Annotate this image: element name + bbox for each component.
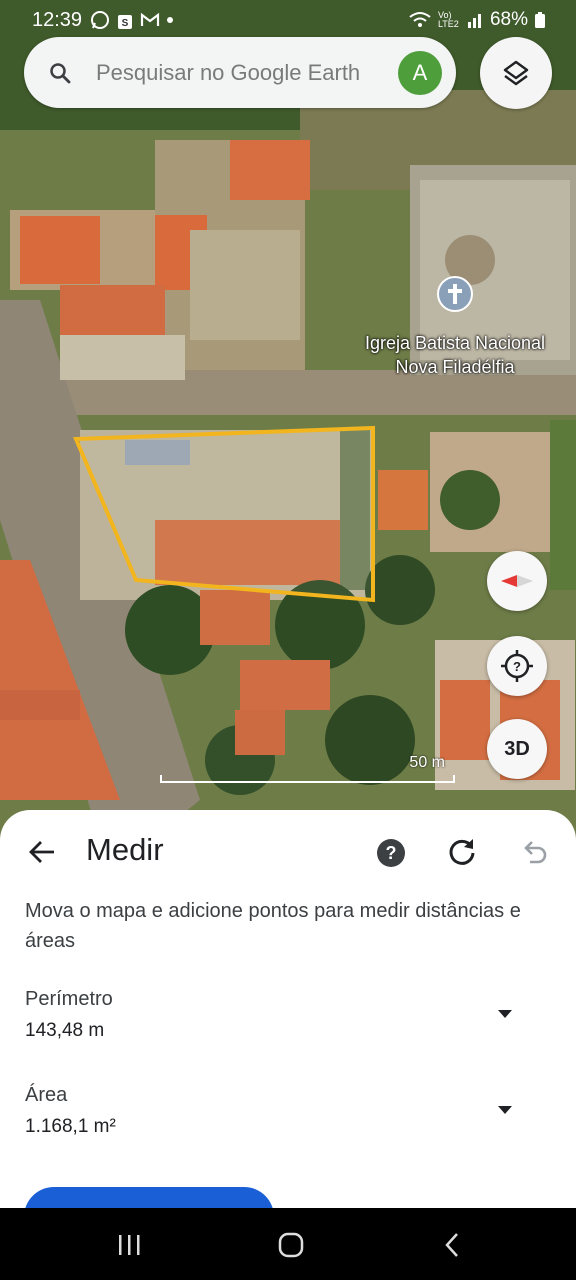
compass-icon — [501, 575, 533, 587]
battery-icon — [535, 12, 545, 28]
area-value: 1.168,1 m² — [25, 1116, 116, 1137]
compass-button[interactable] — [487, 551, 547, 611]
gmail-icon — [140, 12, 160, 26]
scale-label: 50 m — [409, 754, 445, 771]
my-location-button[interactable]: ? — [487, 636, 547, 696]
perimeter-row[interactable]: Perímetro 143,48 m — [0, 988, 576, 1054]
nav-back-icon[interactable] — [438, 1232, 468, 1258]
place-name-line2: Nova Filadélfia — [395, 357, 515, 377]
shop-bag-icon: S — [118, 15, 133, 29]
satellite-map[interactable]: Igreja Batista Nacional Nova Filadélfia … — [0, 0, 576, 840]
search-bar[interactable]: A — [24, 37, 456, 108]
dropdown-arrow-icon[interactable] — [496, 1104, 514, 1116]
signal-icon — [467, 14, 481, 28]
status-time: 12:39 — [32, 8, 83, 31]
wifi-icon — [409, 12, 431, 27]
avatar[interactable]: A — [398, 50, 442, 95]
perimeter-value: 143,48 m — [25, 1020, 105, 1041]
battery-percent: 68% — [489, 9, 528, 30]
church-pin-icon[interactable] — [437, 276, 473, 312]
arrow-back-icon — [29, 841, 54, 863]
refresh-button[interactable] — [446, 836, 478, 868]
area-label: Área — [25, 1084, 68, 1106]
back-button[interactable] — [22, 832, 62, 872]
system-nav-bar — [0, 1208, 576, 1280]
measure-sheet: Medir ? Mova o mapa e adicione pontos pa… — [0, 810, 576, 1210]
sheet-header: Medir ? — [0, 810, 576, 894]
perimeter-label: Perímetro — [25, 988, 113, 1010]
recent-apps-icon[interactable] — [114, 1232, 144, 1258]
search-icon[interactable] — [24, 61, 96, 85]
sheet-title: Medir — [86, 832, 164, 867]
area-row[interactable]: Área 1.168,1 m² — [0, 1084, 576, 1150]
undo-icon — [524, 841, 547, 864]
scale-line — [160, 775, 455, 783]
measure-instruction: Mova o mapa e adicione pontos para medir… — [25, 900, 521, 952]
add-point-button[interactable] — [24, 1187, 274, 1210]
svg-text:S: S — [122, 18, 129, 29]
whatsapp-icon — [91, 11, 110, 29]
layers-icon — [503, 60, 529, 86]
dropdown-arrow-icon[interactable] — [496, 1008, 514, 1020]
help-button[interactable]: ? — [377, 839, 405, 867]
place-label[interactable]: Igreja Batista Nacional Nova Filadélfia — [340, 331, 570, 379]
satellite-imagery — [0, 0, 576, 840]
place-name-line1: Igreja Batista Nacional — [364, 333, 546, 353]
layers-button[interactable] — [480, 37, 552, 109]
status-bar: 12:39 S Vo) LTE2 68% — [0, 0, 576, 40]
scale-bar: 50 m — [160, 754, 455, 783]
notification-dot-icon — [167, 17, 174, 23]
network-type: Vo) LTE2 — [437, 10, 459, 29]
location-question-icon: ? — [501, 650, 533, 682]
undo-button[interactable] — [518, 836, 550, 868]
home-icon[interactable] — [276, 1232, 306, 1258]
refresh-icon — [449, 839, 475, 865]
search-input[interactable] — [96, 59, 398, 86]
svg-text:?: ? — [513, 659, 521, 674]
3d-button[interactable]: 3D — [487, 719, 547, 779]
